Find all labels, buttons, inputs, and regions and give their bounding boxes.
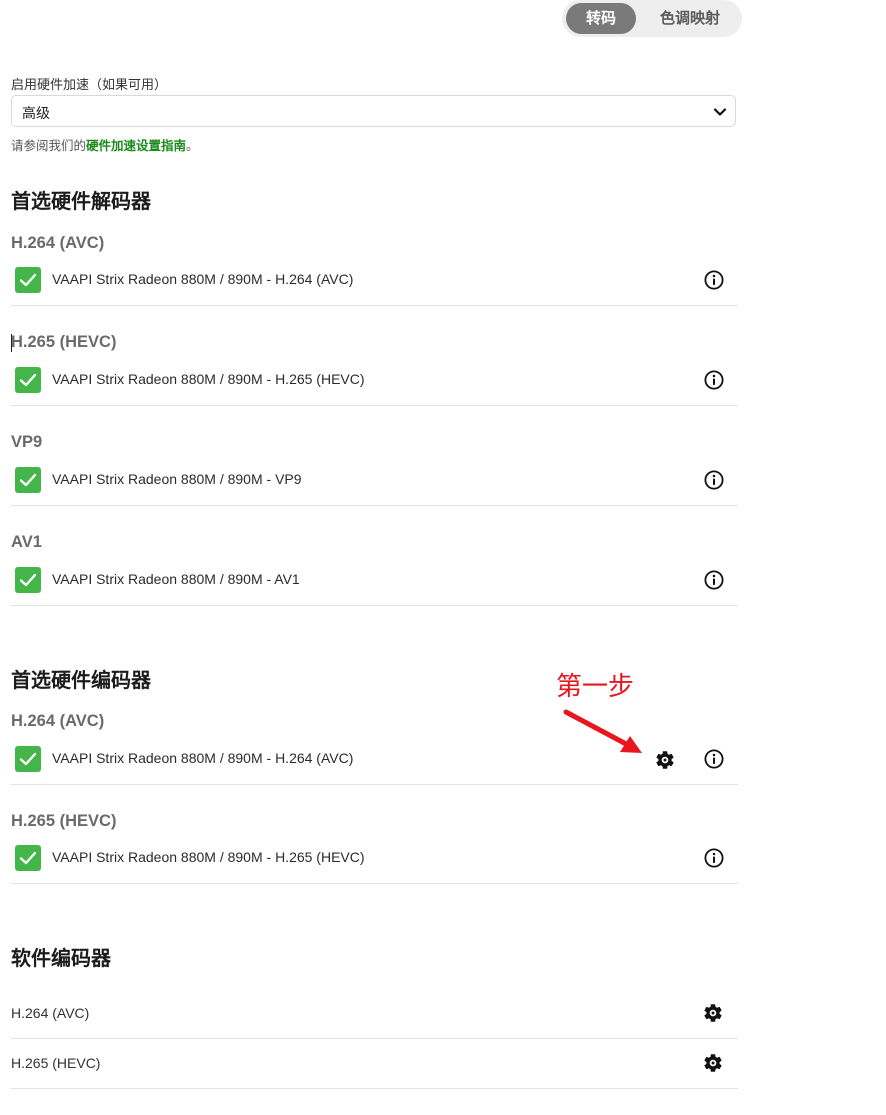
hw-guide-link[interactable]: 硬件加速设置指南: [86, 139, 186, 153]
encoder-checkbox[interactable]: [15, 746, 41, 772]
info-icon[interactable]: [703, 369, 725, 391]
tab-tone-mapping[interactable]: 色调映射: [642, 3, 738, 34]
decoder-row: VAAPI Strix Radeon 880M / 890M - H.265 (…: [11, 361, 738, 406]
software-encoder-label: H.264 (AVC): [11, 1005, 90, 1021]
encoder-codec-title: H.265 (HEVC): [11, 812, 117, 830]
encoder-codec-title: H.264 (AVC): [11, 712, 105, 730]
info-icon[interactable]: [703, 269, 725, 291]
checkmark-icon: [19, 851, 37, 865]
decoder-codec-title: VP9: [11, 433, 43, 451]
info-icon[interactable]: [703, 748, 725, 770]
decoders-title: 首选硬件解码器: [11, 191, 151, 213]
hint-suffix: 。: [186, 139, 199, 153]
software-encoder-label: H.265 (HEVC): [11, 1055, 101, 1071]
chevron-down-icon: [713, 108, 727, 116]
software-encoder-row: H.265 (HEVC): [11, 1039, 738, 1089]
software-encoder-row: H.264 (AVC): [11, 989, 738, 1039]
decoder-device-label: VAAPI Strix Radeon 880M / 890M - AV1: [52, 571, 300, 587]
hw-accel-select[interactable]: 高级: [11, 95, 736, 127]
encoder-device-label: VAAPI Strix Radeon 880M / 890M - H.265 (…: [52, 849, 365, 865]
software-encoders-title: 软件编码器: [11, 948, 111, 970]
decoder-row: VAAPI Strix Radeon 880M / 890M - H.264 (…: [11, 261, 738, 306]
tab-transcode[interactable]: 转码: [566, 3, 636, 34]
decoder-checkbox[interactable]: [15, 467, 41, 493]
checkmark-icon: [19, 373, 37, 387]
decoder-checkbox[interactable]: [15, 267, 41, 293]
decoder-codec-title: AV1: [11, 533, 42, 551]
checkmark-icon: [19, 752, 37, 766]
checkmark-icon: [19, 273, 37, 287]
decoder-device-label: VAAPI Strix Radeon 880M / 890M - H.264 (…: [52, 271, 354, 287]
gear-icon[interactable]: [654, 749, 676, 771]
decoder-checkbox[interactable]: [15, 567, 41, 593]
decoder-codec-title: H.265 (HEVC): [11, 333, 117, 351]
decoder-device-label: VAAPI Strix Radeon 880M / 890M - H.265 (…: [52, 371, 365, 387]
info-icon[interactable]: [703, 469, 725, 491]
decoder-row: VAAPI Strix Radeon 880M / 890M - AV1: [11, 561, 738, 606]
encoder-row: VAAPI Strix Radeon 880M / 890M - H.264 (…: [11, 740, 738, 785]
encoder-device-label: VAAPI Strix Radeon 880M / 890M - H.264 (…: [52, 750, 354, 766]
tab-switch: 转码 色调映射: [562, 0, 742, 37]
hw-accel-selected-value: 高级: [22, 105, 50, 121]
decoder-codec-title: H.264 (AVC): [11, 234, 105, 252]
info-icon[interactable]: [703, 569, 725, 591]
checkmark-icon: [19, 473, 37, 487]
decoder-row: VAAPI Strix Radeon 880M / 890M - VP9: [11, 461, 738, 506]
encoders-title: 首选硬件编码器: [11, 670, 151, 692]
info-icon[interactable]: [703, 847, 725, 869]
gear-icon[interactable]: [702, 1002, 724, 1024]
decoder-checkbox[interactable]: [15, 367, 41, 393]
annotation-step-one: 第一步: [556, 671, 635, 701]
hw-accel-hint: 请参阅我们的硬件加速设置指南。: [11, 135, 199, 154]
gear-icon[interactable]: [702, 1052, 724, 1074]
hint-prefix: 请参阅我们的: [11, 139, 87, 153]
decoder-device-label: VAAPI Strix Radeon 880M / 890M - VP9: [52, 471, 302, 487]
encoder-row: VAAPI Strix Radeon 880M / 890M - H.265 (…: [11, 839, 738, 884]
hw-accel-label: 启用硬件加速（如果可用）: [11, 77, 168, 92]
encoder-checkbox[interactable]: [15, 845, 41, 871]
checkmark-icon: [19, 573, 37, 587]
